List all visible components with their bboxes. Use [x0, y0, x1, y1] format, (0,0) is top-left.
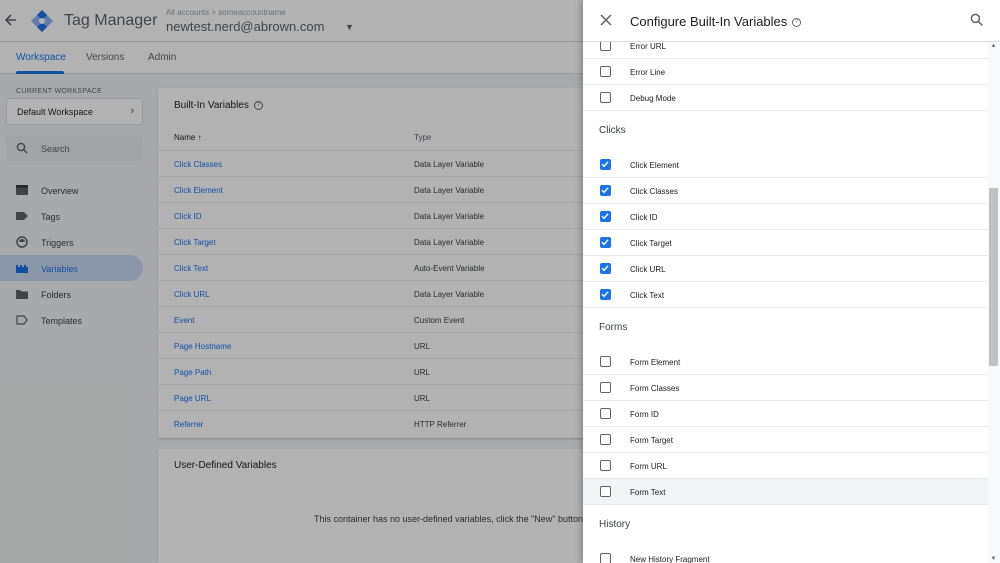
scroll-up-arrow-icon[interactable]: ▲	[989, 42, 998, 50]
search-icon[interactable]	[970, 13, 983, 26]
checkbox-row[interactable]: Click Classes	[583, 178, 988, 204]
checkbox-row[interactable]: Form ID	[583, 401, 988, 427]
checkbox-row[interactable]: New History Fragment	[583, 546, 988, 563]
checkbox-label: Form URL	[630, 462, 667, 471]
modal-scrim[interactable]	[0, 0, 583, 563]
checkbox-row[interactable]: Error Line	[583, 59, 988, 85]
section-title-history: History	[599, 519, 631, 530]
checkbox-unchecked[interactable]	[600, 553, 611, 563]
checkbox-checked[interactable]	[600, 159, 611, 170]
checkbox-label: Form Element	[630, 358, 681, 367]
checkbox-row[interactable]: Click URL	[583, 256, 988, 282]
checkbox-unchecked[interactable]	[600, 66, 611, 77]
checkbox-label: Click Classes	[630, 187, 679, 196]
checkbox-label: Click Element	[630, 161, 679, 170]
section-title-forms: Forms	[599, 322, 628, 333]
close-icon[interactable]	[600, 14, 612, 26]
checkbox-label: Click URL	[630, 265, 666, 274]
checkbox-label: Error URL	[630, 42, 667, 51]
checkbox-checked[interactable]	[600, 211, 611, 222]
checkbox-label: Form Classes	[630, 384, 680, 393]
checkbox-row[interactable]: Click ID	[583, 204, 988, 230]
checkbox-label: Click ID	[630, 213, 658, 222]
panel-title-text: Configure Built-In Variables	[630, 14, 788, 29]
scroll-down-arrow-icon[interactable]: ▼	[989, 555, 998, 563]
checkbox-row[interactable]: Form Target	[583, 427, 988, 453]
checkbox-label: Click Text	[630, 291, 665, 300]
panel-scrollbar[interactable]: ▲ ▼	[988, 42, 1000, 563]
checkbox-row[interactable]: Click Target	[583, 230, 988, 256]
panel-header: Configure Built-In Variables?	[583, 0, 1000, 42]
checkbox-checked[interactable]	[600, 237, 611, 248]
checkbox-unchecked[interactable]	[600, 92, 611, 103]
checkbox-unchecked[interactable]	[600, 434, 611, 445]
checkbox-label: Form Text	[630, 488, 666, 497]
checkbox-row[interactable]: Form Element	[583, 349, 988, 375]
checkbox-label: Click Target	[630, 239, 672, 248]
checkbox-row[interactable]: Click Text	[583, 282, 988, 308]
checkbox-row[interactable]: Form Text	[583, 479, 988, 505]
checkbox-label: Error Line	[630, 68, 666, 77]
checkbox-unchecked[interactable]	[600, 356, 611, 367]
checkbox-label: Form ID	[630, 410, 659, 419]
checkbox-row[interactable]: Debug Mode	[583, 85, 988, 111]
section-title-clicks: Clicks	[599, 125, 626, 136]
checkbox-label: Debug Mode	[630, 94, 676, 103]
checkbox-label: Form Target	[630, 436, 673, 445]
checkbox-row[interactable]: Form URL	[583, 453, 988, 479]
checkbox-row[interactable]: Click Element	[583, 152, 988, 178]
checkbox-checked[interactable]	[600, 185, 611, 196]
checkbox-unchecked[interactable]	[600, 382, 611, 393]
scrollbar-thumb[interactable]	[989, 188, 998, 366]
panel-title: Configure Built-In Variables?	[630, 14, 802, 29]
help-icon[interactable]: ?	[792, 18, 802, 28]
checkbox-checked[interactable]	[600, 289, 611, 300]
checkbox-unchecked[interactable]	[600, 408, 611, 419]
checkbox-checked[interactable]	[600, 263, 611, 274]
checkbox-label: New History Fragment	[630, 555, 710, 563]
checkbox-unchecked[interactable]	[600, 486, 611, 497]
checkbox-unchecked[interactable]	[600, 460, 611, 471]
checkbox-row[interactable]: Form Classes	[583, 375, 988, 401]
configure-built-in-variables-panel: Configure Built-In Variables? Error URL E…	[583, 0, 1000, 563]
